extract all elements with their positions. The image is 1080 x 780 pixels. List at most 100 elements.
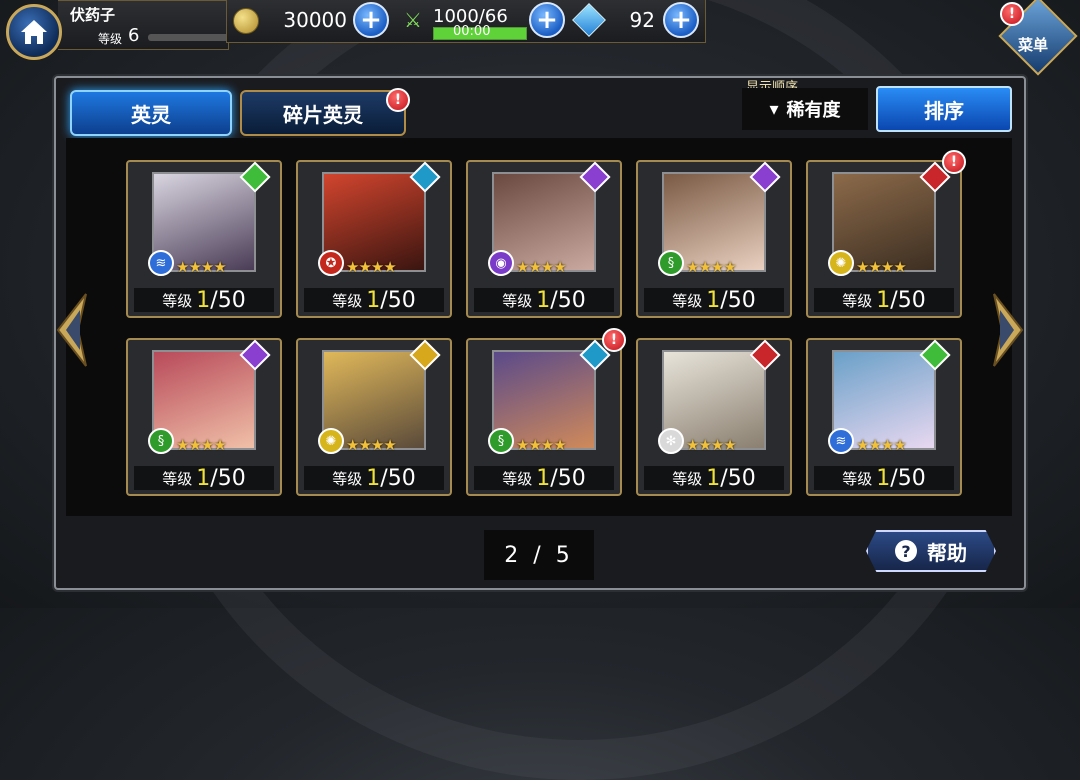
- gold-coin-icon: [233, 8, 259, 34]
- previous-page-arrow[interactable]: [54, 292, 88, 368]
- hero-card[interactable]: ✺ ★★★★ 等级 1/50: [296, 338, 452, 496]
- hero-card[interactable]: ✻ ★★★★ 等级 1/50: [636, 338, 792, 496]
- hero-level-label: 等级: [842, 291, 873, 310]
- hero-alert-icon: !: [942, 150, 966, 174]
- tab-shard-heroes[interactable]: 碎片英灵: [240, 90, 406, 136]
- hero-level-max: /50: [890, 287, 926, 313]
- hero-level-label: 等级: [672, 291, 703, 310]
- hero-level-max: /50: [210, 287, 246, 313]
- hero-level: 等级 1/50: [134, 287, 274, 313]
- hero-card[interactable]: ≋ ★★★★ 等级 1/50: [806, 338, 962, 496]
- add-gems-button[interactable]: +: [663, 2, 699, 38]
- class-icon: ≋: [828, 428, 854, 454]
- hero-level-label: 等级: [162, 469, 193, 488]
- class-icon: §: [148, 428, 174, 454]
- plus-icon: +: [360, 5, 382, 35]
- rarity-stars: ★★★★: [346, 436, 397, 454]
- hero-level-label: 等级: [842, 469, 873, 488]
- hero-level-label: 等级: [502, 291, 533, 310]
- home-icon: [21, 20, 47, 44]
- rarity-stars: ★★★★: [856, 436, 907, 454]
- plus-icon: +: [536, 5, 558, 35]
- menu-label: 菜单: [1018, 36, 1049, 54]
- class-icon: ✺: [828, 250, 854, 276]
- hero-level: 等级 1/50: [134, 465, 274, 491]
- hero-card[interactable]: § ★★★★ 等级 1/50: [466, 338, 622, 496]
- hero-level-current: 1: [876, 287, 891, 313]
- plus-icon: +: [670, 5, 692, 35]
- rarity-stars: ★★★★: [686, 258, 737, 276]
- shard-tab-alert-icon: !: [386, 88, 410, 112]
- class-icon: §: [658, 250, 684, 276]
- question-icon: ?: [895, 540, 917, 562]
- top-bar: 伏药子 等级 6 30000 + ⚔ 1000/66 00:00 + 92 +: [0, 0, 1000, 60]
- class-icon: ✻: [658, 428, 684, 454]
- gem-icon: [572, 3, 606, 37]
- hero-level: 等级 1/50: [814, 287, 954, 313]
- hero-card[interactable]: ≋ ★★★★ 等级 1/50: [126, 160, 282, 318]
- gold-amount: 30000: [283, 8, 347, 32]
- hero-card[interactable]: ◉ ★★★★ 等级 1/50: [466, 160, 622, 318]
- chevron-down-icon: ▾: [769, 98, 779, 120]
- hero-level-current: 1: [366, 287, 381, 313]
- class-icon: ✪: [318, 250, 344, 276]
- home-button[interactable]: [6, 4, 62, 60]
- hero-card[interactable]: § ★★★★ 等级 1/50: [126, 338, 282, 496]
- rarity-stars: ★★★★: [516, 258, 567, 276]
- sort-button[interactable]: 排序: [876, 86, 1012, 132]
- hero-level-max: /50: [210, 465, 246, 491]
- add-gold-button[interactable]: +: [353, 2, 389, 38]
- rarity-stars: ★★★★: [856, 258, 907, 276]
- player-panel: 伏药子 等级 6: [58, 0, 268, 50]
- hero-level-current: 1: [536, 465, 551, 491]
- hero-level: 等级 1/50: [814, 465, 954, 491]
- player-level-label: 等级: [98, 32, 123, 46]
- menu-button[interactable]: 菜单 !: [998, 0, 1078, 76]
- hero-level: 等级 1/50: [474, 465, 614, 491]
- add-stamina-button[interactable]: +: [529, 2, 565, 38]
- rarity-stars: ★★★★: [516, 436, 567, 454]
- hero-level-max: /50: [380, 465, 416, 491]
- hero-level: 等级 1/50: [474, 287, 614, 313]
- hero-level-current: 1: [196, 287, 211, 313]
- hero-level-label: 等级: [672, 469, 703, 488]
- hero-level-max: /50: [550, 287, 586, 313]
- gem-amount: 92: [629, 8, 655, 32]
- class-icon: ✺: [318, 428, 344, 454]
- hero-level-label: 等级: [502, 469, 533, 488]
- rarity-stars: ★★★★: [176, 436, 227, 454]
- hero-level: 等级 1/50: [644, 465, 784, 491]
- hero-level: 等级 1/50: [644, 287, 784, 313]
- hero-level-current: 1: [366, 465, 381, 491]
- hero-level-current: 1: [196, 465, 211, 491]
- hero-card[interactable]: § ★★★★ 等级 1/50: [636, 160, 792, 318]
- hero-card[interactable]: ✪ ★★★★ 等级 1/50: [296, 160, 452, 318]
- hero-level: 等级 1/50: [304, 287, 444, 313]
- tab-heroes[interactable]: 英灵: [70, 90, 232, 136]
- hero-level-current: 1: [706, 287, 721, 313]
- help-label: 帮助: [927, 540, 967, 565]
- page-indicator: 2 / 5: [484, 530, 594, 580]
- player-name: 伏药子: [70, 6, 116, 24]
- hero-level-current: 1: [876, 465, 891, 491]
- hero-card[interactable]: ✺ ★★★★ 等级 1/50: [806, 160, 962, 318]
- hero-level-current: 1: [706, 465, 721, 491]
- rarity-stars: ★★★★: [346, 258, 397, 276]
- resource-panel: 30000 + ⚔ 1000/66 00:00 + 92 +: [226, 0, 706, 43]
- hero-level-max: /50: [380, 287, 416, 313]
- hero-alert-icon: !: [602, 328, 626, 352]
- next-page-arrow[interactable]: [992, 292, 1026, 368]
- hero-level-max: /50: [720, 287, 756, 313]
- tab-shard-heroes-label: 碎片英灵: [283, 102, 363, 127]
- hero-level-max: /50: [720, 465, 756, 491]
- hero-level: 等级 1/50: [304, 465, 444, 491]
- help-button[interactable]: ? 帮助: [866, 530, 996, 572]
- hero-level-current: 1: [536, 287, 551, 313]
- class-icon: §: [488, 428, 514, 454]
- menu-alert-icon: !: [1000, 2, 1024, 26]
- class-icon: ≋: [148, 250, 174, 276]
- crossed-swords-icon: ⚔: [404, 8, 422, 32]
- hero-level-label: 等级: [162, 291, 193, 310]
- sort-order-dropdown[interactable]: ▾ 稀有度: [742, 88, 868, 130]
- rarity-stars: ★★★★: [686, 436, 737, 454]
